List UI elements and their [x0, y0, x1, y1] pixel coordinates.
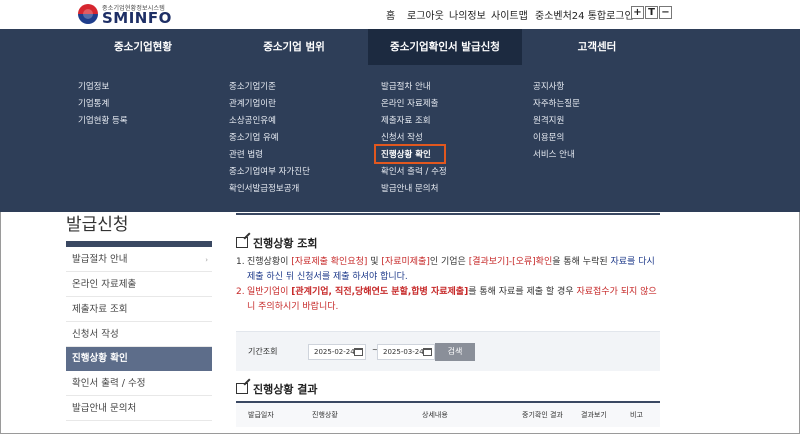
menu-self-diagnosis[interactable]: 중소기업여부 자가진단	[229, 165, 310, 177]
chevron-right-icon: ›	[205, 256, 208, 264]
menu-notices[interactable]: 공지사항	[533, 80, 564, 92]
col-view-result: 결과보기	[581, 411, 607, 419]
lnb-application-write[interactable]: 신청서 작성	[66, 323, 212, 347]
lnb-issuance-guide[interactable]: 발급절차 안내 ›	[66, 248, 212, 272]
col-sme-result: 중기확인 결과	[522, 411, 563, 419]
menu-usage-inquiry[interactable]: 이용문의	[533, 131, 564, 143]
menu-faq[interactable]: 자주하는질문	[533, 97, 580, 109]
menu-certificate-print[interactable]: 확인서 출력 / 수정	[381, 165, 447, 177]
menu-submission-inquiry[interactable]: 제출자료 조회	[381, 114, 431, 126]
government-emblem-icon	[78, 4, 98, 24]
notice-item-1: 1. 진행상황이 [자료제출 확인요청] 및 [자료미제출]인 기업은 [결과보…	[236, 257, 655, 282]
logo-name: SMINFO	[102, 9, 172, 27]
menu-remote-support[interactable]: 원격지원	[533, 114, 564, 126]
menu-related-company[interactable]: 관계기업이란	[229, 97, 276, 109]
notice-item-2: 2. 일반기업이 [관계기업, 직전,당해연도 분할,합병 자료제출]를 통해 …	[236, 287, 657, 312]
lnb-online-submission[interactable]: 온라인 자료제출	[66, 273, 212, 297]
home-link[interactable]: 홈	[386, 7, 395, 22]
menu-sme-criteria[interactable]: 중소기업기준	[229, 80, 276, 92]
period-search-box: 기간조회 2025-02-24 ~ 2025-03-24 검색	[236, 331, 660, 371]
my-info-link[interactable]: 나의정보	[449, 7, 486, 22]
edit-icon	[236, 383, 248, 394]
end-date-input[interactable]: 2025-03-24	[377, 344, 435, 360]
period-label: 기간조회	[248, 347, 278, 356]
main-nav: 중소기업현황 중소기업 범위 중소기업확인서 발급신청 고객센터	[0, 29, 800, 65]
menu-company-info[interactable]: 기업정보	[78, 80, 109, 92]
col-details: 상세내용	[422, 411, 448, 419]
lnb-title: 발급신청	[66, 215, 129, 235]
sminfo-logo[interactable]: 중소기업현황정보시스템 SMINFO	[78, 3, 198, 27]
content-top-line	[236, 213, 660, 215]
lnb-item-label: 발급절차 안내	[72, 254, 128, 265]
results-table-header: 발급일자 진행상황 상세내용 중기확인 결과 결과보기 비고	[236, 401, 660, 427]
menu-small-business-grace[interactable]: 소상공인유예	[229, 114, 276, 126]
nav-sme-status[interactable]: 중소기업현황	[66, 29, 220, 65]
edit-icon	[236, 237, 248, 248]
col-progress: 진행상황	[312, 411, 338, 419]
menu-sme-grace[interactable]: 중소기업 유예	[229, 131, 279, 143]
section-title: 진행상황 조회	[253, 237, 318, 250]
start-date-input[interactable]: 2025-02-24	[308, 344, 366, 360]
nav-sme-range[interactable]: 중소기업 범위	[220, 29, 368, 65]
lnb-submission-inquiry[interactable]: 제출자료 조회	[66, 298, 212, 322]
lnb-divider	[66, 241, 212, 247]
menu-company-register[interactable]: 기업현황 등록	[78, 114, 128, 126]
col-remarks: 비고	[630, 411, 643, 419]
highlight-box	[374, 144, 446, 164]
menu-related-laws[interactable]: 관련 법령	[229, 148, 263, 160]
lnb-progress-check[interactable]: 진행상황 확인	[66, 347, 212, 371]
top-bar: 중소기업현황정보시스템 SMINFO 홈 로그아웃 나의정보 사이트맵 중소벤처…	[0, 0, 800, 29]
font-decrease-button[interactable]: −	[659, 6, 672, 19]
menu-company-stats[interactable]: 기업통계	[78, 97, 109, 109]
nav-customer-center[interactable]: 고객센터	[522, 29, 672, 65]
sitemap-link[interactable]: 사이트맵	[491, 7, 528, 22]
menu-application-write[interactable]: 신청서 작성	[381, 131, 423, 143]
font-reset-button[interactable]: T	[645, 6, 658, 19]
section-progress-result: 진행상황 결과	[236, 381, 318, 397]
lnb-certificate-print[interactable]: 확인서 출력 / 수정	[66, 372, 212, 396]
nav-certificate-application[interactable]: 중소기업확인서 발급신청	[368, 29, 522, 65]
search-button[interactable]: 검색	[435, 343, 475, 361]
menu-online-submission[interactable]: 온라인 자료제출	[381, 97, 438, 109]
section-title: 진행상황 결과	[253, 383, 318, 396]
menu-service-guide[interactable]: 서비스 안내	[533, 148, 575, 160]
logout-link[interactable]: 로그아웃	[407, 7, 444, 22]
section-progress-inquiry: 진행상황 조회	[236, 235, 318, 251]
lnb-issuance-contact[interactable]: 발급안내 문의처	[66, 397, 212, 421]
menu-issuance-disclosure[interactable]: 확인서발급정보공개	[229, 182, 299, 194]
menu-issuance-guide[interactable]: 발급절차 안내	[381, 80, 431, 92]
calendar-icon[interactable]	[354, 348, 363, 356]
integrated-login-link[interactable]: 중소벤처24 통합로그인	[535, 7, 634, 22]
calendar-icon[interactable]	[423, 348, 432, 356]
col-issue-date: 발급일자	[248, 411, 274, 419]
font-increase-button[interactable]: +	[631, 6, 644, 19]
menu-issuance-contact[interactable]: 발급안내 문의처	[381, 182, 438, 194]
